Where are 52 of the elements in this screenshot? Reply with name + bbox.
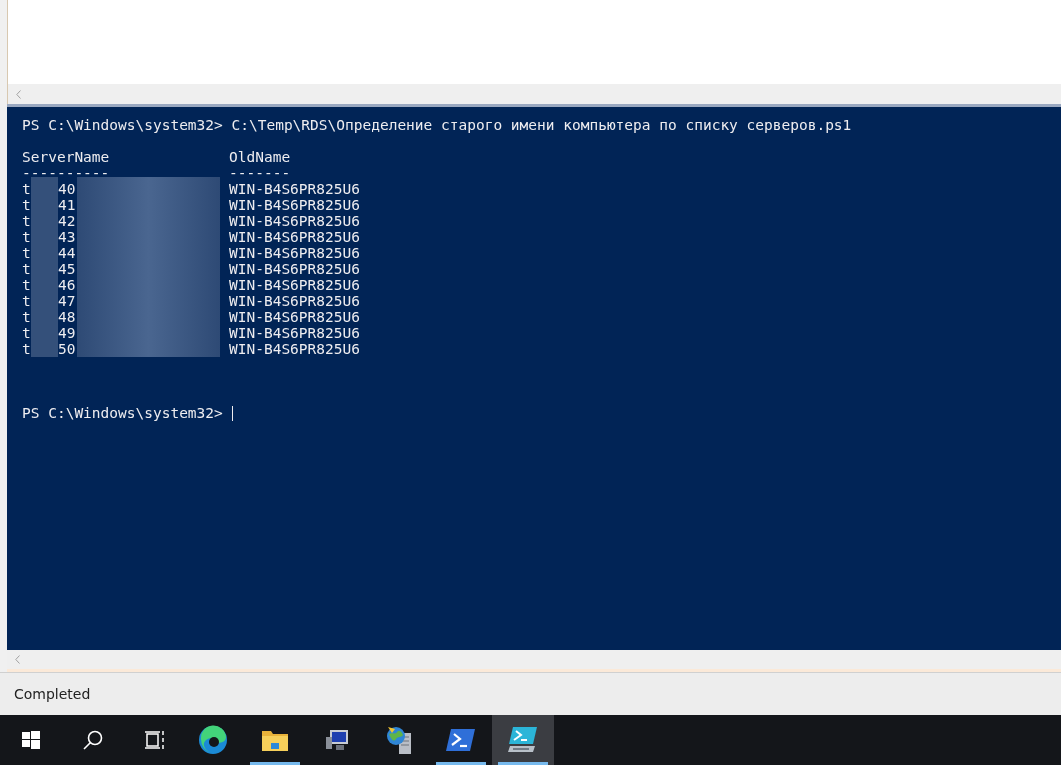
table-cell-text: t: [22, 213, 32, 229]
table-cell: WIN-B4S6PR825U6: [229, 309, 360, 325]
search-icon: [82, 729, 104, 751]
table-cell-text: 44: [58, 245, 77, 261]
table-cell-text: t: [22, 229, 32, 245]
table-cell: WIN-B4S6PR825U6: [229, 197, 360, 213]
table-cell: WIN-B4S6PR825U6: [229, 341, 360, 357]
table-cell-text: 45: [58, 261, 77, 277]
table-cell-text: t: [22, 261, 32, 277]
table-cell-text: 40: [58, 181, 77, 197]
table-cell-text: t: [22, 293, 32, 309]
table-cell-text: 49: [58, 325, 77, 341]
table-cell-text: t: [22, 325, 32, 341]
browser-swirl-icon: [198, 725, 228, 755]
table-cell-text: t: [22, 197, 32, 213]
table-cell-text: t: [22, 309, 32, 325]
table-cell-text: 41: [58, 197, 77, 213]
table-cell: WIN-B4S6PR825U6: [229, 261, 360, 277]
table-cell-text: 50: [58, 341, 77, 357]
console-pane[interactable]: [7, 104, 1061, 650]
windows-logo-icon: [22, 731, 40, 749]
header-underline: ----------: [22, 165, 111, 181]
powershell-icon: [446, 728, 476, 752]
table-cell: WIN-B4S6PR825U6: [229, 213, 360, 229]
table-cell: WIN-B4S6PR825U6: [229, 325, 360, 341]
table-cell: WIN-B4S6PR825U6: [229, 277, 360, 293]
column-header: ServerName: [22, 149, 111, 165]
powershell-ise-icon: [508, 726, 538, 754]
task-view-icon: [144, 729, 166, 751]
table-cell-text: t: [22, 245, 32, 261]
globe-server-icon: [385, 725, 413, 755]
column-header: OldName: [229, 149, 291, 165]
table-cell-text: 47: [58, 293, 77, 309]
status-text: Completed: [14, 684, 91, 704]
table-cell-text: t: [22, 181, 32, 197]
table-cell-text: 43: [58, 229, 77, 245]
table-cell-text: 42: [58, 213, 77, 229]
folder-icon: [261, 728, 289, 752]
table-cell: WIN-B4S6PR825U6: [229, 293, 360, 309]
table-cell-text: t: [22, 277, 32, 293]
table-cell-text: 48: [58, 309, 77, 325]
table-cell: WIN-B4S6PR825U6: [229, 229, 360, 245]
command-line: PS C:\Windows\system32> C:\Temp\RDS\Определение старого имени компьютера по списку серверов.ps1: [22, 117, 853, 133]
console-prompt: PS C:\Windows\system32>: [22, 405, 224, 421]
computer-icon: [324, 727, 350, 753]
text-cursor: [231, 405, 233, 421]
header-underline: -------: [229, 165, 291, 181]
table-cell: WIN-B4S6PR825U6: [229, 181, 360, 197]
table-cell-text: 46: [58, 277, 77, 293]
table-cell: WIN-B4S6PR825U6: [229, 245, 360, 261]
taskbar-app-button[interactable]: [492, 715, 554, 765]
table-cell-text: t: [22, 341, 32, 357]
